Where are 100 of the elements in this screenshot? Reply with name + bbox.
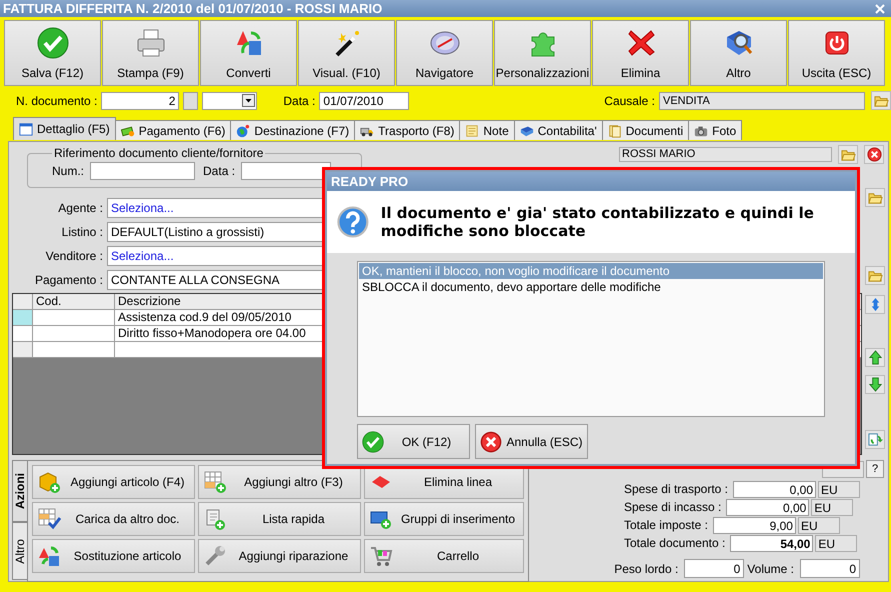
toolbar-button[interactable]: Uscita (ESC) — [788, 20, 885, 86]
group-title: Riferimento documento cliente/fornitore — [53, 146, 264, 160]
column-header: Cod. — [33, 294, 115, 309]
tab[interactable]: Trasporto (F8) — [354, 120, 460, 140]
move-up-button[interactable] — [865, 348, 886, 367]
amount-field: 9,00 — [712, 516, 796, 534]
input-field[interactable] — [90, 162, 196, 180]
delete-icon — [866, 147, 882, 162]
total-label: Spese di incasso : — [624, 500, 722, 514]
box-add-icon — [37, 470, 61, 494]
window-title: FATTURA DIFFERITA N. 2/2010 del 01/07/2010 - ROSSI MARIO — [3, 1, 382, 16]
book-icon — [520, 124, 534, 138]
tab[interactable]: Foto — [688, 120, 742, 140]
dialog-button[interactable]: Annulla (ESC) — [475, 424, 588, 459]
dropdown[interactable] — [202, 92, 258, 110]
input-field[interactable]: 0 — [800, 559, 860, 578]
toolbar-button[interactable]: Altro — [690, 20, 787, 86]
action-button[interactable]: Lista rapida — [198, 502, 361, 536]
field-label: Agente : — [57, 201, 103, 215]
action-button[interactable]: Sostituzione articolo — [32, 539, 195, 573]
amount-field: 54,00 — [730, 534, 814, 552]
help-button[interactable]: ? — [866, 460, 884, 478]
tab[interactable]: Pagamento (F6) — [114, 120, 232, 140]
total-label: Totale imposte : — [624, 518, 708, 532]
check-icon — [36, 27, 68, 59]
table-check-icon — [37, 507, 61, 531]
swap-icon — [37, 544, 61, 568]
currency-field: EU — [815, 534, 858, 552]
folder-button[interactable] — [871, 91, 891, 110]
action-button[interactable]: Aggiungi altro (F3) — [198, 465, 361, 499]
action-button[interactable]: Carica da altro doc. — [32, 502, 195, 536]
move-button[interactable] — [865, 295, 886, 314]
check-icon — [362, 430, 384, 452]
toolbar-button[interactable]: Navigatore — [396, 20, 493, 86]
camera-icon — [694, 124, 708, 138]
field-label: Pagamento : — [34, 273, 103, 287]
dialog-button[interactable]: OK (F12) — [357, 424, 470, 459]
input-field[interactable]: 2 — [101, 92, 180, 110]
refresh-button[interactable] — [865, 430, 886, 449]
list-option[interactable]: SBLOCCA il documento, devo apportare delle modifiche — [359, 279, 823, 295]
amount-field: 0,00 — [733, 480, 816, 498]
tab[interactable]: Destinazione (F7) — [230, 120, 356, 140]
toolbar-button[interactable]: Elimina — [592, 20, 689, 86]
field-label: Peso lordo : — [614, 562, 678, 576]
action-button[interactable]: Aggiungi articolo (F4) — [32, 465, 195, 499]
field-label: Listino : — [60, 225, 103, 239]
down-arrow-icon — [868, 377, 883, 392]
small-button[interactable] — [183, 92, 198, 110]
documents-icon — [608, 124, 622, 138]
toolbar-button[interactable]: Visual. (F10) — [298, 20, 395, 86]
field-label: Volume : — [747, 562, 794, 576]
action-button[interactable]: Gruppi di inserimento — [364, 502, 524, 536]
tab[interactable]: Documenti — [602, 120, 690, 140]
tab[interactable]: Dettaglio (F5) — [13, 117, 116, 140]
currency-field: EU — [811, 498, 854, 516]
folder-button[interactable] — [838, 145, 858, 164]
folder-button[interactable] — [865, 266, 885, 285]
table-add-icon — [203, 470, 227, 494]
toolbar-button[interactable]: Salva (F12) — [4, 20, 101, 86]
cart-icon — [369, 544, 393, 568]
field-label: N. documento : — [16, 94, 98, 108]
side-tab[interactable]: Altro — [12, 522, 27, 580]
action-button[interactable]: Aggiungi riparazione — [198, 539, 361, 573]
side-tab[interactable]: Azioni — [12, 460, 27, 522]
money-icon — [120, 124, 135, 138]
date-field[interactable]: 01/07/2010 — [319, 92, 410, 110]
currency-field: EU — [818, 480, 860, 498]
delete-icon — [480, 430, 502, 452]
field-label: Data : — [283, 94, 316, 108]
dialog-title: READY PRO — [327, 172, 855, 191]
toolbar-button[interactable]: Converti — [200, 20, 297, 86]
up-arrow-icon — [868, 350, 883, 365]
toolbar-button[interactable]: Stampa (F9) — [102, 20, 199, 86]
field-label: Data : — [203, 164, 236, 178]
total-label: Totale documento : — [624, 536, 726, 550]
field-label: Causale : — [604, 94, 655, 108]
total-label: Spese di trasporto : — [624, 482, 728, 496]
action-button[interactable]: Carrello — [364, 539, 524, 573]
close-icon[interactable] — [875, 4, 885, 14]
printer-icon — [134, 27, 166, 59]
field-label: Venditore : — [44, 249, 103, 263]
row-indicator[interactable] — [13, 310, 33, 325]
toolbar-button[interactable]: Personalizzazioni — [494, 20, 591, 86]
delete-button[interactable] — [864, 145, 884, 164]
calendar-icon — [19, 122, 33, 136]
note-icon — [465, 124, 480, 138]
folder-button[interactable] — [865, 188, 885, 207]
input-field: VENDITA — [659, 92, 865, 110]
currency-field: EU — [798, 516, 840, 534]
field-label: Num.: — [52, 164, 84, 178]
dialog-message: Il documento e' gia' stato contabilizzato e quindi le modifiche sono bloccate — [380, 204, 815, 240]
input-field[interactable]: 0 — [684, 559, 744, 578]
customer-field: ROSSI MARIO — [619, 147, 832, 162]
tab[interactable]: Note — [459, 120, 515, 140]
globe-icon — [236, 124, 250, 138]
refresh-icon — [868, 432, 883, 447]
input-field[interactable] — [241, 162, 332, 180]
move-down-button[interactable] — [865, 375, 886, 394]
tab[interactable]: Contabilita' — [514, 120, 603, 140]
wrench-icon — [203, 544, 227, 568]
